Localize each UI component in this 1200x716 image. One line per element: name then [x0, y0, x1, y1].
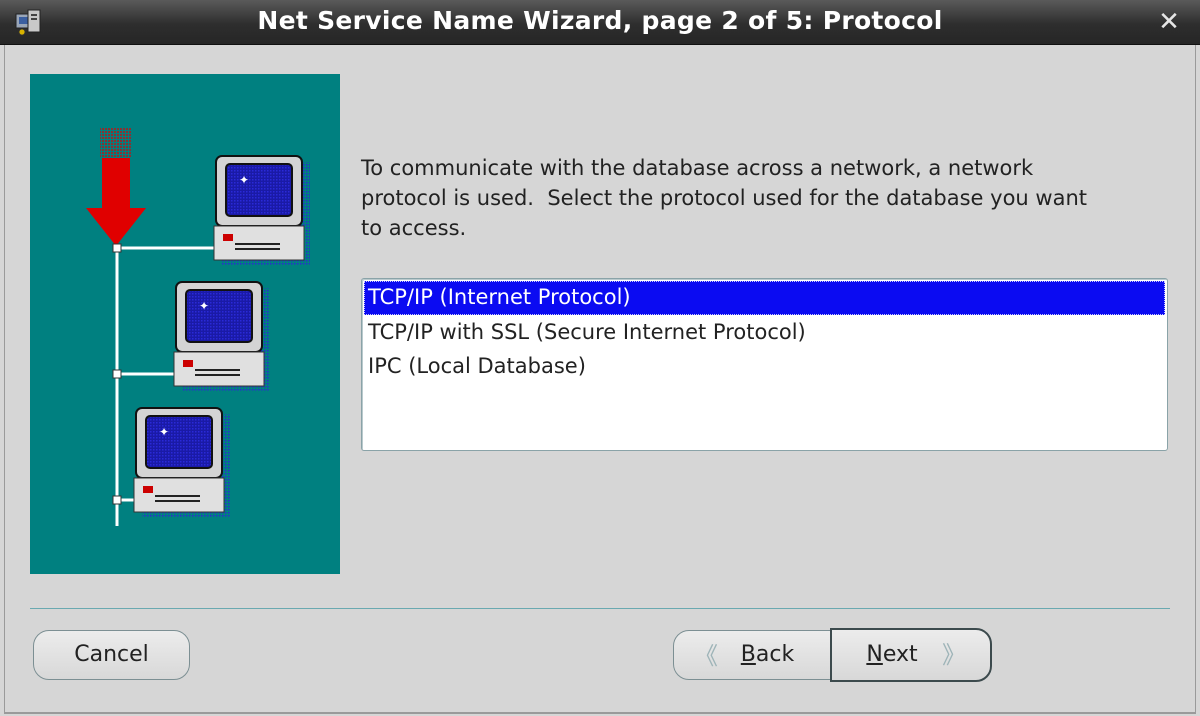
- protocol-item-tcpip-ssl[interactable]: TCP/IP with SSL (Secure Internet Protoco…: [362, 315, 1167, 349]
- computer-icon: ✦: [133, 407, 230, 518]
- computer-icon: ✦: [173, 281, 270, 392]
- cancel-button[interactable]: Cancel: [33, 630, 190, 680]
- down-arrow-icon: [86, 208, 146, 246]
- next-mnemonic: N: [866, 642, 883, 667]
- back-mnemonic: B: [740, 642, 756, 667]
- chevron-right-icon: 》: [942, 641, 966, 669]
- window-title: Net Service Name Wizard, page 2 of 5: Pr…: [257, 6, 943, 35]
- title-bar: Net Service Name Wizard, page 2 of 5: Pr…: [0, 0, 1200, 45]
- network-computers-illustration: ✦ ✦ ✦: [86, 128, 310, 526]
- instruction-text: To communicate with the database across …: [361, 156, 1087, 240]
- close-icon[interactable]: ✕: [1156, 8, 1182, 36]
- svg-text:✦: ✦: [159, 425, 169, 439]
- back-button[interactable]: 《 Back: [673, 630, 832, 680]
- svg-text:✦: ✦: [199, 299, 209, 313]
- computer-icon: ✦: [213, 155, 310, 266]
- protocol-list[interactable]: TCP/IP (Internet Protocol) TCP/IP with S…: [361, 278, 1168, 451]
- chevron-left-icon: 《: [694, 642, 718, 670]
- svg-text:✦: ✦: [239, 173, 249, 187]
- network-illustration: ✦ ✦ ✦: [30, 74, 340, 574]
- separator: [30, 608, 1170, 609]
- next-label: ext: [882, 642, 918, 667]
- protocol-item-tcpip[interactable]: TCP/IP (Internet Protocol): [364, 281, 1165, 315]
- next-button[interactable]: Next 》: [830, 628, 992, 682]
- arrow-fade: [100, 128, 132, 158]
- back-label: ack: [755, 642, 795, 667]
- protocol-item-ipc[interactable]: IPC (Local Database): [362, 349, 1167, 383]
